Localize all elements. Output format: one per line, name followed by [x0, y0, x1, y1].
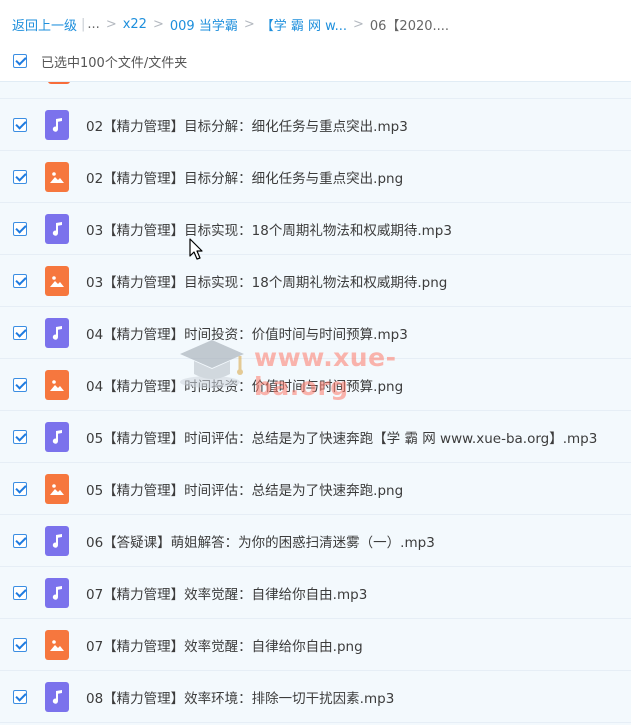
file-name[interactable]: 02【精力管理】目标分解：细化任务与重点突出.mp3: [86, 115, 408, 135]
audio-file-icon: [45, 421, 69, 452]
audio-file-icon: [45, 109, 69, 140]
selection-count: 已选中100个文件/文件夹: [41, 55, 188, 71]
audio-file-icon: [45, 525, 69, 556]
list-item[interactable]: 06【答疑课】萌姐解答：为你的困惑扫清迷雾（一）.mp3: [0, 515, 631, 567]
file-checkbox[interactable]: [13, 481, 27, 496]
file-checkbox[interactable]: [13, 533, 27, 548]
list-item[interactable]: 03【精力管理】目标实现：18个周期礼物法和权威期待.mp3: [0, 203, 631, 255]
breadcrumb-item-009[interactable]: 009 当学霸: [170, 15, 238, 34]
list-item[interactable]: 05【精力管理】时间评估：总结是为了快速奔跑.png: [0, 463, 631, 515]
breadcrumb-separator: >: [243, 16, 255, 32]
file-checkbox[interactable]: [13, 637, 27, 652]
file-checkbox[interactable]: [13, 377, 27, 392]
file-checkbox[interactable]: [13, 325, 27, 340]
list-item[interactable]: 03【精力管理】目标实现：18个周期礼物法和权威期待.png: [0, 255, 631, 307]
breadcrumb-separator: >: [105, 16, 117, 32]
file-name[interactable]: 02【精力管理】目标分解：细化任务与重点突出.png: [86, 167, 403, 187]
list-item[interactable]: 05【精力管理】时间评估：总结是为了快速奔跑【学 霸 网 www.xue-ba.…: [0, 411, 631, 463]
file-name[interactable]: 05【精力管理】时间评估：总结是为了快速奔跑.png: [86, 479, 403, 499]
file-list: 02【精力管理】目标分解：细化任务与重点突出.mp3 02【精力管理】目标分解：细…: [0, 81, 631, 725]
list-item[interactable]: 07【精力管理】效率觉醒：自律给你自由.png: [0, 619, 631, 671]
file-name[interactable]: 03【精力管理】目标实现：18个周期礼物法和权威期待.mp3: [86, 219, 452, 239]
file-checkbox[interactable]: [13, 169, 27, 184]
audio-file-icon: [45, 317, 69, 348]
image-file-icon: [48, 82, 70, 84]
breadcrumb-item-xueba[interactable]: 【学 霸 网 w...: [261, 15, 347, 34]
audio-file-icon: [45, 213, 69, 244]
file-name[interactable]: 05【精力管理】时间评估：总结是为了快速奔跑【学 霸 网 www.xue-ba.…: [86, 427, 597, 447]
image-file-icon: [45, 629, 69, 660]
list-item[interactable]: 04【精力管理】时间投资：价值时间与时间预算.png: [0, 359, 631, 411]
file-checkbox[interactable]: [13, 117, 27, 132]
file-name[interactable]: 04【精力管理】时间投资：价值时间与时间预算.png: [86, 375, 403, 395]
breadcrumb-item-x22[interactable]: x22: [123, 17, 147, 32]
image-file-icon: [45, 265, 69, 296]
breadcrumb-divider: |: [81, 16, 86, 32]
breadcrumb-ellipsis[interactable]: ...: [87, 17, 99, 32]
file-name[interactable]: 04【精力管理】时间投资：价值时间与时间预算.mp3: [86, 323, 408, 343]
list-item[interactable]: 04【精力管理】时间投资：价值时间与时间预算.mp3: [0, 307, 631, 359]
file-name[interactable]: 07【精力管理】效率觉醒：自律给你自由.png: [86, 635, 363, 655]
image-file-icon: [45, 473, 69, 504]
file-name[interactable]: 07【精力管理】效率觉醒：自律给你自由.mp3: [86, 583, 367, 603]
select-all-checkbox[interactable]: [13, 54, 27, 68]
file-checkbox[interactable]: [13, 689, 27, 704]
file-name[interactable]: 08【精力管理】效率环境：排除一切干扰因素.mp3: [86, 687, 394, 707]
file-checkbox[interactable]: [13, 429, 27, 444]
file-name[interactable]: 06【答疑课】萌姐解答：为你的困惑扫清迷雾（一）.mp3: [86, 531, 435, 551]
breadcrumb-separator: >: [152, 16, 164, 32]
list-item[interactable]: 02【精力管理】目标分解：细化任务与重点突出.png: [0, 151, 631, 203]
image-file-icon: [45, 369, 69, 400]
file-name[interactable]: 03【精力管理】目标实现：18个周期礼物法和权威期待.png: [86, 271, 447, 291]
selection-bar: 已选中100个文件/文件夹: [0, 50, 631, 72]
file-checkbox[interactable]: [13, 585, 27, 600]
back-link[interactable]: 返回上一级: [12, 15, 77, 34]
list-item[interactable]: 07【精力管理】效率觉醒：自律给你自由.mp3: [0, 567, 631, 619]
list-item-partial: [0, 82, 631, 99]
image-file-icon: [45, 161, 69, 192]
list-item[interactable]: 08【精力管理】效率环境：排除一切干扰因素.mp3: [0, 671, 631, 723]
file-checkbox[interactable]: [13, 221, 27, 236]
breadcrumb-current: 06【2020....: [369, 18, 450, 34]
list-item[interactable]: 02【精力管理】目标分解：细化任务与重点突出.mp3: [0, 99, 631, 151]
audio-file-icon: [45, 577, 69, 608]
breadcrumb-separator: >: [352, 16, 364, 32]
breadcrumb: 返回上一级 | ... > x22 > 009 当学霸 > 【学 霸 网 w..…: [12, 14, 449, 34]
file-checkbox[interactable]: [13, 273, 27, 288]
audio-file-icon: [45, 681, 69, 712]
